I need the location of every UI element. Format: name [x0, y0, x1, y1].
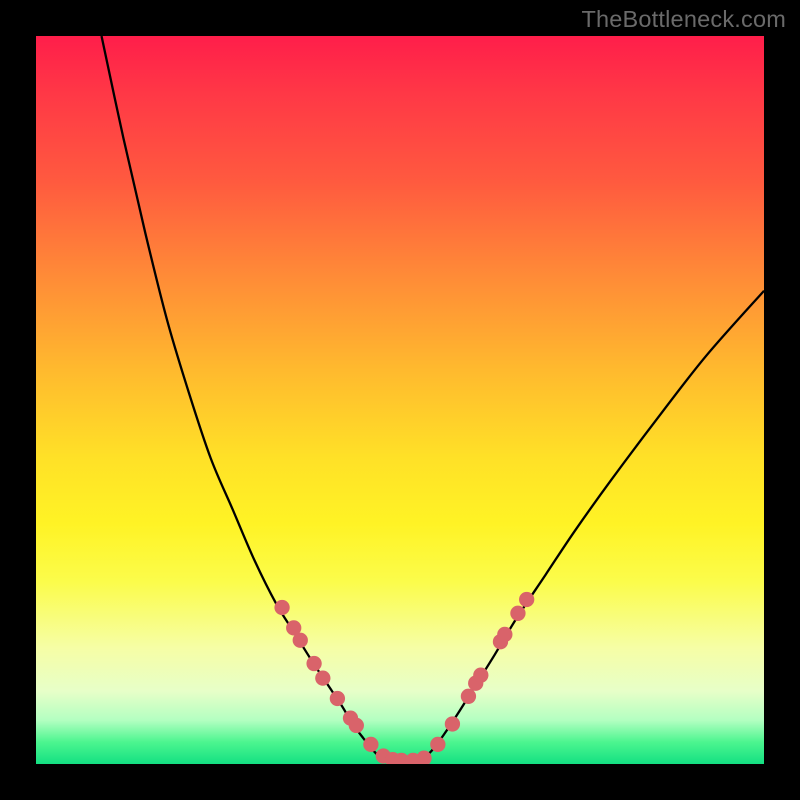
- data-point: [473, 668, 488, 683]
- marker-group: [274, 592, 534, 764]
- data-point: [430, 737, 445, 752]
- curve-group: [102, 36, 764, 762]
- data-point: [349, 718, 364, 733]
- data-point: [274, 600, 289, 615]
- data-point: [461, 689, 476, 704]
- chart-frame: TheBottleneck.com: [0, 0, 800, 800]
- data-point: [293, 633, 308, 648]
- data-point: [306, 656, 321, 671]
- plot-area: [36, 36, 764, 764]
- bottleneck-curve: [102, 36, 764, 762]
- data-point: [497, 627, 512, 642]
- data-point: [510, 606, 525, 621]
- data-point: [315, 670, 330, 685]
- data-point: [445, 716, 460, 731]
- curve-svg: [36, 36, 764, 764]
- data-point: [519, 592, 534, 607]
- watermark-text: TheBottleneck.com: [581, 6, 786, 33]
- data-point: [363, 737, 378, 752]
- data-point: [330, 691, 345, 706]
